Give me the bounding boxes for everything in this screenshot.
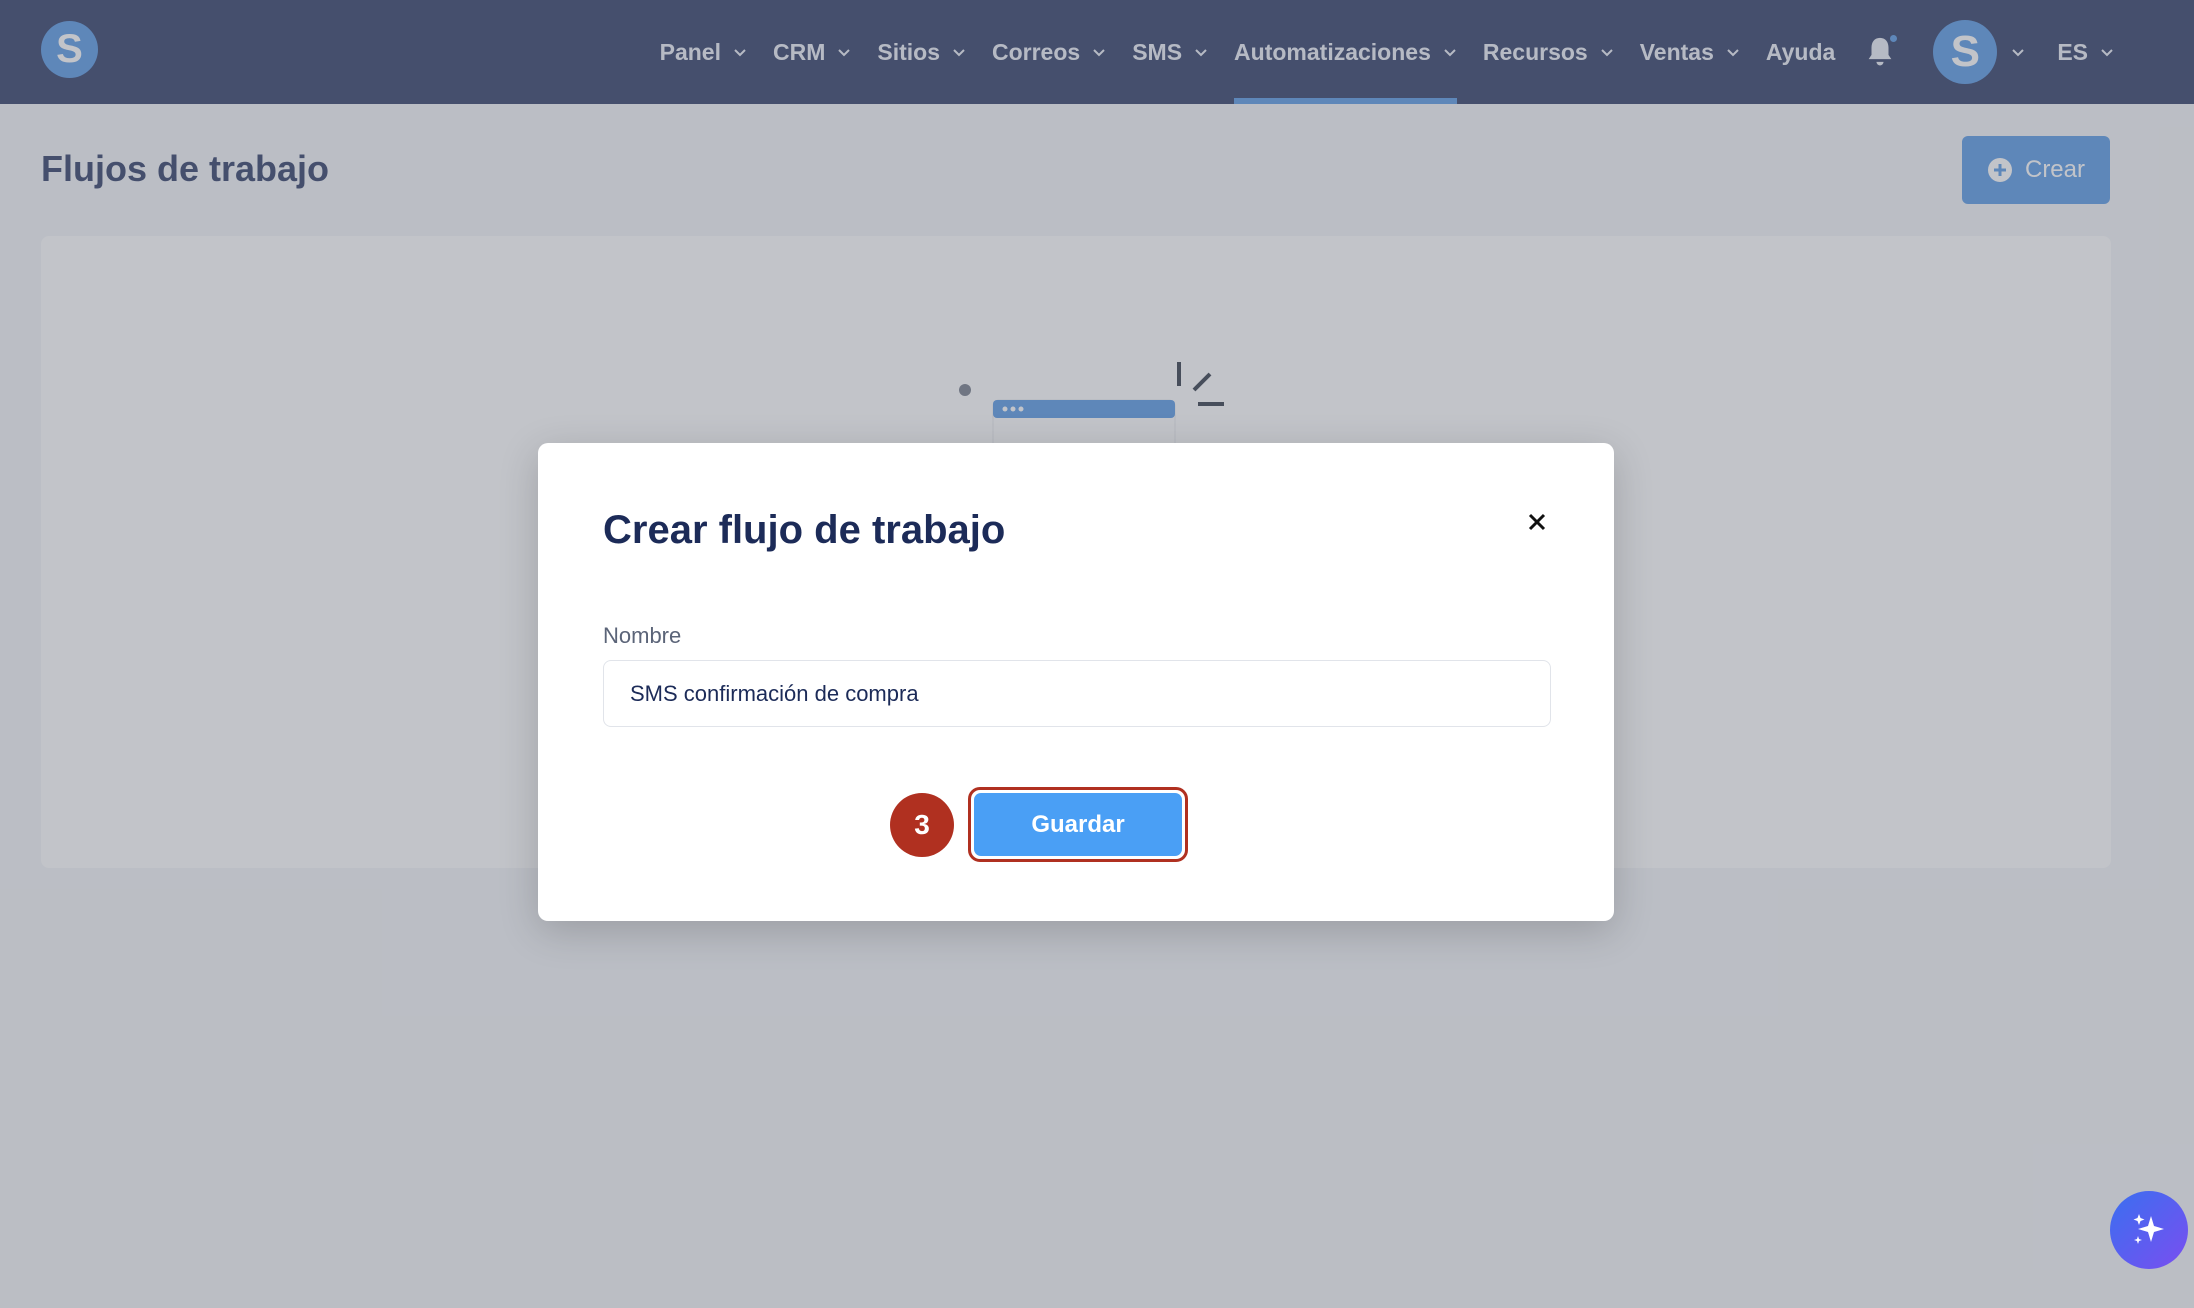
save-button[interactable]: Guardar	[968, 787, 1188, 862]
create-workflow-dialog: Crear flujo de trabajo Nombre 3 Guardar	[538, 443, 1614, 921]
close-button[interactable]	[1520, 505, 1554, 539]
save-button-label: Guardar	[974, 793, 1182, 856]
dialog-title: Crear flujo de trabajo	[603, 508, 1006, 552]
step-number-badge: 3	[890, 793, 954, 857]
ai-assistant-button[interactable]	[2110, 1191, 2188, 1269]
sparkle-icon	[2133, 1214, 2164, 1244]
close-icon	[1528, 513, 1546, 531]
name-field[interactable]	[603, 660, 1551, 727]
name-field-label: Nombre	[603, 623, 682, 648]
